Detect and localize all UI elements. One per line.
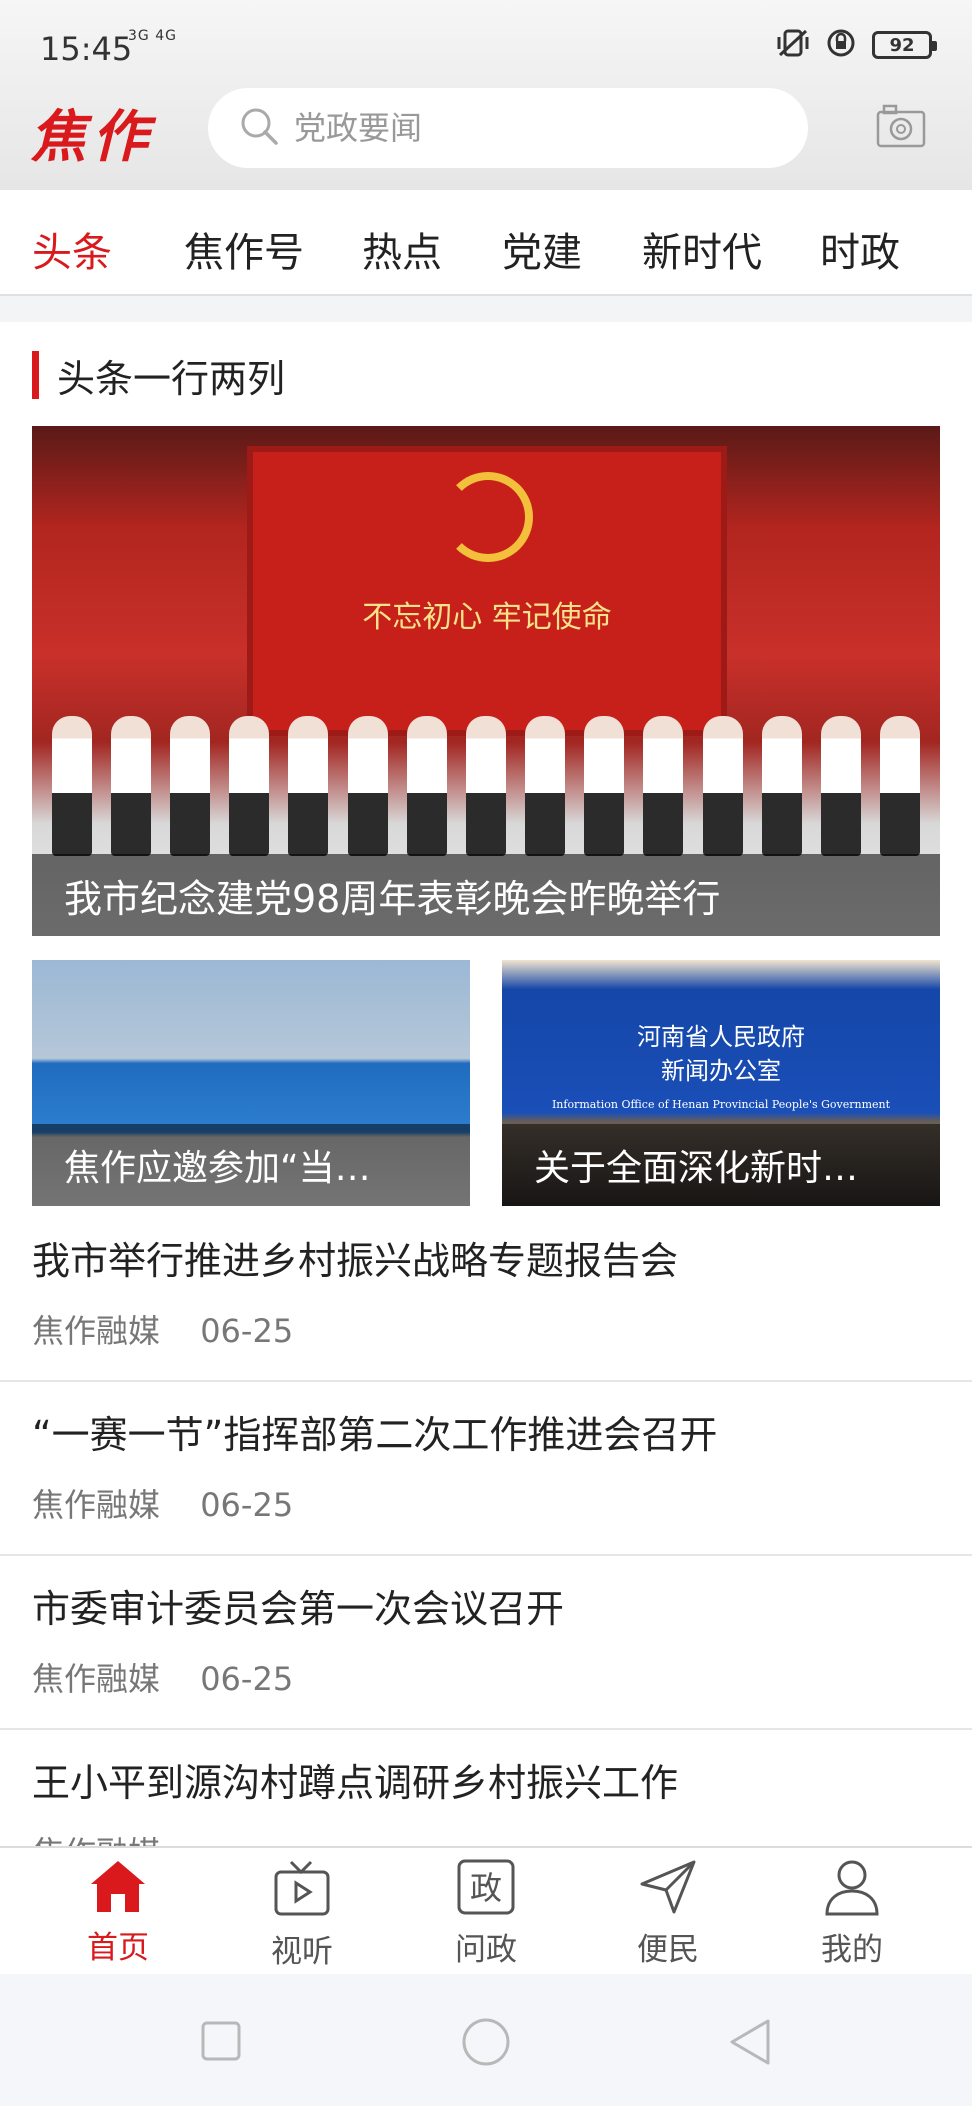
nav-inquiry[interactable]: 政 问政 <box>426 1858 546 1969</box>
send-icon <box>638 1858 698 1920</box>
search-bar[interactable] <box>208 88 808 168</box>
status-network: 3G 4G <box>128 28 177 44</box>
person-figure <box>643 716 684 856</box>
home-circle-icon[interactable] <box>460 2016 512 2072</box>
press-backdrop-line1: 河南省人民政府 <box>637 1023 805 1051</box>
search-icon <box>238 105 294 151</box>
battery-indicator: 92 <box>872 31 937 59</box>
rotation-lock-icon <box>826 28 856 62</box>
news-title: 市委审计委员会第一次会议召开 <box>32 1587 565 1631</box>
status-bar: 15:45 3G 4G 92 <box>0 0 972 90</box>
person-figure <box>584 716 625 856</box>
hero-people-row <box>32 716 940 856</box>
category-tabs: 头条 焦作号 热点 党建 新时代 时政 <box>0 190 972 296</box>
person-figure <box>761 716 802 856</box>
person-figure <box>169 716 210 856</box>
press-backdrop: 河南省人民政府 新闻办公室 Information Office of Hena… <box>502 1020 940 1122</box>
section-title: 头条一行两列 <box>57 356 286 401</box>
bottom-navigation: 首页 视听 政 问政 便民 我的 <box>0 1846 972 1974</box>
news-source: 焦作融媒 <box>32 1486 161 1524</box>
list-item[interactable]: 市委审计委员会第一次会议召开 焦作融媒 06-25 <box>0 1556 972 1730</box>
nav-profile-label: 我的 <box>821 1932 883 1968</box>
news-source: 焦作融媒 <box>32 1660 161 1698</box>
nav-home-label: 首页 <box>87 1930 149 1966</box>
news-date: 06-25 <box>200 1312 294 1350</box>
list-item[interactable]: 王小平到源沟村蹲点调研乡村振兴工作 焦作融媒 <box>0 1730 972 1846</box>
user-icon <box>822 1858 882 1920</box>
tab-jiaozuo-hao[interactable]: 焦作号 <box>184 220 304 278</box>
recent-apps-icon[interactable] <box>200 2020 242 2066</box>
news-feed: 头条一行两列 不忘初心 牢记使命 我市纪念建党98周年表彰晚会昨晚举行 焦作应邀… <box>0 322 972 1846</box>
app-logo[interactable]: 焦作 <box>30 92 154 173</box>
nav-video[interactable]: 视听 <box>242 1858 362 1971</box>
tab-headlines[interactable]: 头条 <box>32 220 112 278</box>
news-meta: 焦作融媒 06-25 <box>32 1654 323 1700</box>
nav-inquiry-label: 问政 <box>455 1932 517 1968</box>
news-meta: 焦作融媒 06-25 <box>32 1480 323 1526</box>
nav-video-label: 视听 <box>271 1934 333 1970</box>
list-item[interactable]: 我市举行推进乡村振兴战略专题报告会 焦作融媒 06-25 <box>0 1208 972 1382</box>
nav-services[interactable]: 便民 <box>608 1858 728 1969</box>
person-figure <box>347 716 388 856</box>
nav-services-label: 便民 <box>637 1932 699 1968</box>
top-header-area: 15:45 3G 4G 92 焦作 <box>0 0 972 190</box>
news-source: 焦作融媒 <box>32 1312 161 1350</box>
svg-text:政: 政 <box>470 1869 502 1907</box>
status-icons: 92 <box>776 28 937 62</box>
news-title: 我市举行推进乡村振兴战略专题报告会 <box>32 1239 679 1283</box>
thumb-news-card-1[interactable]: 焦作应邀参加“当… <box>32 960 470 1206</box>
news-date: 06-25 <box>200 1660 294 1698</box>
person-figure <box>288 716 329 856</box>
hero-news-card[interactable]: 不忘初心 牢记使命 我市纪念建党98周年表彰晚会昨晚举行 <box>32 426 940 936</box>
news-meta: 焦作融媒 <box>32 1828 220 1846</box>
section-header: 头条一行两列 <box>32 350 286 401</box>
person-figure <box>702 716 743 856</box>
home-icon <box>87 1858 149 1918</box>
news-source: 焦作融媒 <box>32 1834 160 1846</box>
press-backdrop-line2: 新闻办公室 <box>661 1057 781 1085</box>
person-figure <box>821 716 862 856</box>
person-figure <box>525 716 566 856</box>
thumb-news-card-2[interactable]: 河南省人民政府 新闻办公室 Information Office of Hena… <box>502 960 940 1206</box>
nav-profile[interactable]: 我的 <box>792 1858 912 1969</box>
tab-party-building[interactable]: 党建 <box>502 220 582 278</box>
vibrate-icon <box>776 28 810 62</box>
camera-icon[interactable] <box>876 104 926 152</box>
thumb-caption: 关于全面深化新时… <box>502 1124 940 1206</box>
person-figure <box>110 716 151 856</box>
tv-icon <box>271 1858 333 1922</box>
news-title: “一赛一节”指挥部第二次工作推进会召开 <box>32 1413 718 1457</box>
news-meta: 焦作融媒 06-25 <box>32 1306 323 1352</box>
system-navigation-bar <box>0 1974 972 2106</box>
hero-stage-banner: 不忘初心 牢记使命 <box>247 446 727 736</box>
person-figure <box>880 716 921 856</box>
back-icon[interactable] <box>728 2018 772 2070</box>
list-item[interactable]: “一赛一节”指挥部第二次工作推进会召开 焦作融媒 06-25 <box>0 1382 972 1556</box>
nav-home[interactable]: 首页 <box>58 1858 178 1967</box>
person-figure <box>406 716 447 856</box>
thumb-caption: 焦作应邀参加“当… <box>32 1124 470 1206</box>
tab-politics[interactable]: 时政 <box>820 220 900 278</box>
search-input[interactable] <box>294 109 774 147</box>
status-time: 15:45 <box>40 30 133 68</box>
section-accent-bar <box>32 351 39 399</box>
party-emblem <box>443 472 533 562</box>
press-backdrop-line3: Information Office of Henan Provincial P… <box>551 1098 891 1111</box>
politics-badge-icon: 政 <box>456 1858 516 1920</box>
person-figure <box>229 716 270 856</box>
person-figure <box>51 716 92 856</box>
person-figure <box>465 716 506 856</box>
news-date: 06-25 <box>200 1486 294 1524</box>
tab-hot[interactable]: 热点 <box>362 220 442 278</box>
tab-new-era[interactable]: 新时代 <box>642 220 762 278</box>
hero-banner-slogan: 不忘初心 牢记使命 <box>362 600 612 635</box>
news-title: 王小平到源沟村蹲点调研乡村振兴工作 <box>32 1761 679 1805</box>
hero-caption: 我市纪念建党98周年表彰晚会昨晚举行 <box>32 854 940 936</box>
